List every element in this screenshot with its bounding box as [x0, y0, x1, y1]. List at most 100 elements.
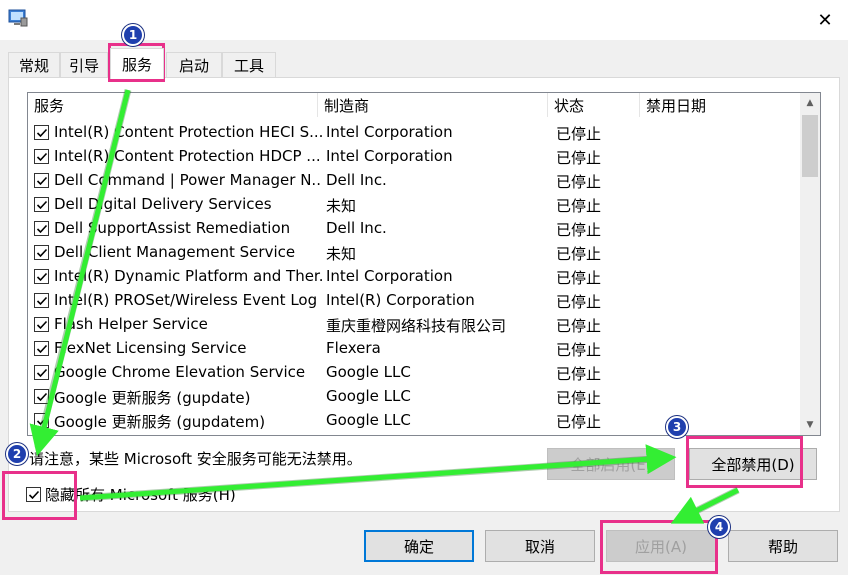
cell-status: 已停止: [556, 317, 602, 335]
table-row[interactable]: Dell Command | Power Manager N... Dell In…: [28, 169, 796, 193]
cell-service: Google 更新服务 (gupdatem): [54, 413, 266, 431]
row-checkbox[interactable]: [34, 293, 49, 308]
row-checkbox[interactable]: [34, 341, 49, 356]
checkmark-icon: [36, 128, 48, 138]
table-row[interactable]: Flash Helper Service 重庆重橙网络科技有限公司 已停止: [28, 313, 796, 337]
tab-general[interactable]: 常规: [8, 52, 60, 78]
cell-service: Google 更新服务 (gupdate): [54, 389, 251, 407]
table-row[interactable]: Intel(R) Content Protection HECI S... Int…: [28, 121, 796, 145]
cell-service: Flash Helper Service: [54, 315, 208, 333]
cell-vendor: Intel Corporation: [326, 147, 453, 165]
table-row[interactable]: Google Chrome Elevation Service Google LL…: [28, 361, 796, 385]
cell-vendor: Dell Inc.: [326, 171, 387, 189]
checkmark-icon: [36, 272, 48, 282]
row-checkbox[interactable]: [34, 125, 49, 140]
cell-status: 已停止: [556, 365, 602, 383]
close-icon: ✕: [817, 9, 833, 31]
cell-status: 已停止: [556, 125, 602, 143]
tab-boot[interactable]: 引导: [60, 52, 108, 78]
tab-tools[interactable]: 工具: [222, 52, 276, 78]
cell-service: Intel(R) Dynamic Platform and Ther...: [54, 267, 322, 285]
cell-service: Intel(R) PROSet/Wireless Event Log: [54, 291, 318, 309]
cell-status: 已停止: [556, 197, 602, 215]
cell-vendor: 重庆重橙网络科技有限公司: [326, 317, 507, 335]
table-row[interactable]: Dell Client Management Service 未知 已停止: [28, 241, 796, 265]
row-checkbox[interactable]: [34, 197, 49, 212]
security-note: 请注意，某些 Microsoft 安全服务可能无法禁用。: [29, 450, 362, 468]
row-checkbox[interactable]: [34, 269, 49, 284]
ok-button[interactable]: 确定: [364, 530, 474, 562]
table-row[interactable]: Intel(R) Content Protection HDCP ... Inte…: [28, 145, 796, 169]
table-row[interactable]: Google 更新服务 (gupdate) Google LLC 已停止: [28, 385, 796, 409]
cancel-button[interactable]: 取消: [485, 530, 595, 562]
checkmark-icon: [36, 416, 48, 426]
checkmark-icon: [36, 368, 48, 378]
cell-status: 已停止: [556, 173, 602, 191]
checkmark-icon: [36, 224, 48, 234]
cell-service: Dell Digital Delivery Services: [54, 195, 272, 213]
row-checkbox[interactable]: [34, 413, 49, 428]
cell-vendor: Intel Corporation: [326, 267, 453, 285]
cell-service: Dell SupportAssist Remediation: [54, 219, 291, 237]
help-button[interactable]: 帮助: [728, 530, 838, 562]
checkmark-icon: [36, 176, 48, 186]
table-row[interactable]: FlexNet Licensing Service Flexera 已停止: [28, 337, 796, 361]
row-checkbox[interactable]: [34, 389, 49, 404]
row-checkbox[interactable]: [34, 245, 49, 260]
row-checkbox[interactable]: [34, 173, 49, 188]
close-button[interactable]: ✕: [802, 0, 848, 40]
list-rows: Intel(R) Content Protection HECI S... Int…: [28, 121, 796, 433]
cell-status: 已停止: [556, 269, 602, 287]
cell-status: 已停止: [556, 341, 602, 359]
column-header-service[interactable]: 服务: [28, 93, 318, 117]
cell-vendor: Dell Inc.: [326, 219, 387, 237]
checkmark-icon: [36, 200, 48, 210]
highlight-box-apply: [600, 520, 718, 574]
tab-startup[interactable]: 启动: [166, 52, 222, 78]
cell-service: Intel(R) Content Protection HDCP ...: [54, 147, 321, 165]
step-badge-3: 3: [666, 416, 688, 438]
column-header-status[interactable]: 状态: [548, 93, 640, 117]
table-row[interactable]: Dell Digital Delivery Services 未知 已停止: [28, 193, 796, 217]
tab-services[interactable]: 服务: [110, 48, 164, 79]
row-checkbox[interactable]: [34, 365, 49, 380]
checkmark-icon: [36, 392, 48, 402]
cell-service: Dell Command | Power Manager N...: [54, 171, 322, 189]
row-checkbox[interactable]: [34, 149, 49, 164]
cell-vendor: 未知: [326, 197, 357, 215]
step-badge-2: 2: [6, 443, 28, 465]
cell-vendor: Google LLC: [326, 363, 411, 381]
cell-status: 已停止: [556, 221, 602, 239]
checkmark-icon: [36, 152, 48, 162]
cell-vendor: Flexera: [326, 339, 381, 357]
vertical-scrollbar[interactable]: ▲ ▼: [800, 93, 820, 435]
cell-service: Dell Client Management Service: [54, 243, 296, 261]
list-header: 服务 制造商 状态 禁用日期: [28, 93, 796, 117]
table-row[interactable]: Intel(R) PROSet/Wireless Event Log Intel(…: [28, 289, 796, 313]
step-badge-1: 1: [122, 24, 144, 46]
checkmark-icon: [36, 296, 48, 306]
cell-status: 已停止: [556, 389, 602, 407]
checkmark-icon: [36, 248, 48, 258]
row-checkbox[interactable]: [34, 317, 49, 332]
checkmark-icon: [36, 344, 48, 354]
cell-vendor: Intel(R) Corporation: [326, 291, 475, 309]
column-header-disabled-date[interactable]: 禁用日期: [640, 93, 796, 117]
scrollbar-thumb[interactable]: [802, 115, 818, 177]
cell-service: FlexNet Licensing Service: [54, 339, 247, 357]
cell-service: Google Chrome Elevation Service: [54, 363, 306, 381]
scroll-down-arrow-icon[interactable]: ▼: [800, 415, 820, 435]
cell-vendor: Google LLC: [326, 387, 411, 405]
cell-vendor: Google LLC: [326, 411, 411, 429]
msconfig-icon: [8, 9, 28, 27]
enable-all-button[interactable]: 全部启用(E): [547, 448, 675, 480]
table-row[interactable]: Dell SupportAssist Remediation Dell Inc. 已…: [28, 217, 796, 241]
cell-status: 已停止: [556, 245, 602, 263]
row-checkbox[interactable]: [34, 221, 49, 236]
scroll-up-arrow-icon[interactable]: ▲: [800, 93, 820, 113]
table-row[interactable]: Intel(R) Dynamic Platform and Ther... Int…: [28, 265, 796, 289]
column-header-vendor[interactable]: 制造商: [318, 93, 548, 117]
highlight-box-hide-ms: [2, 471, 77, 520]
services-list[interactable]: 服务 制造商 状态 禁用日期 Intel(R) Content Protecti…: [27, 92, 821, 436]
checkmark-icon: [36, 320, 48, 330]
